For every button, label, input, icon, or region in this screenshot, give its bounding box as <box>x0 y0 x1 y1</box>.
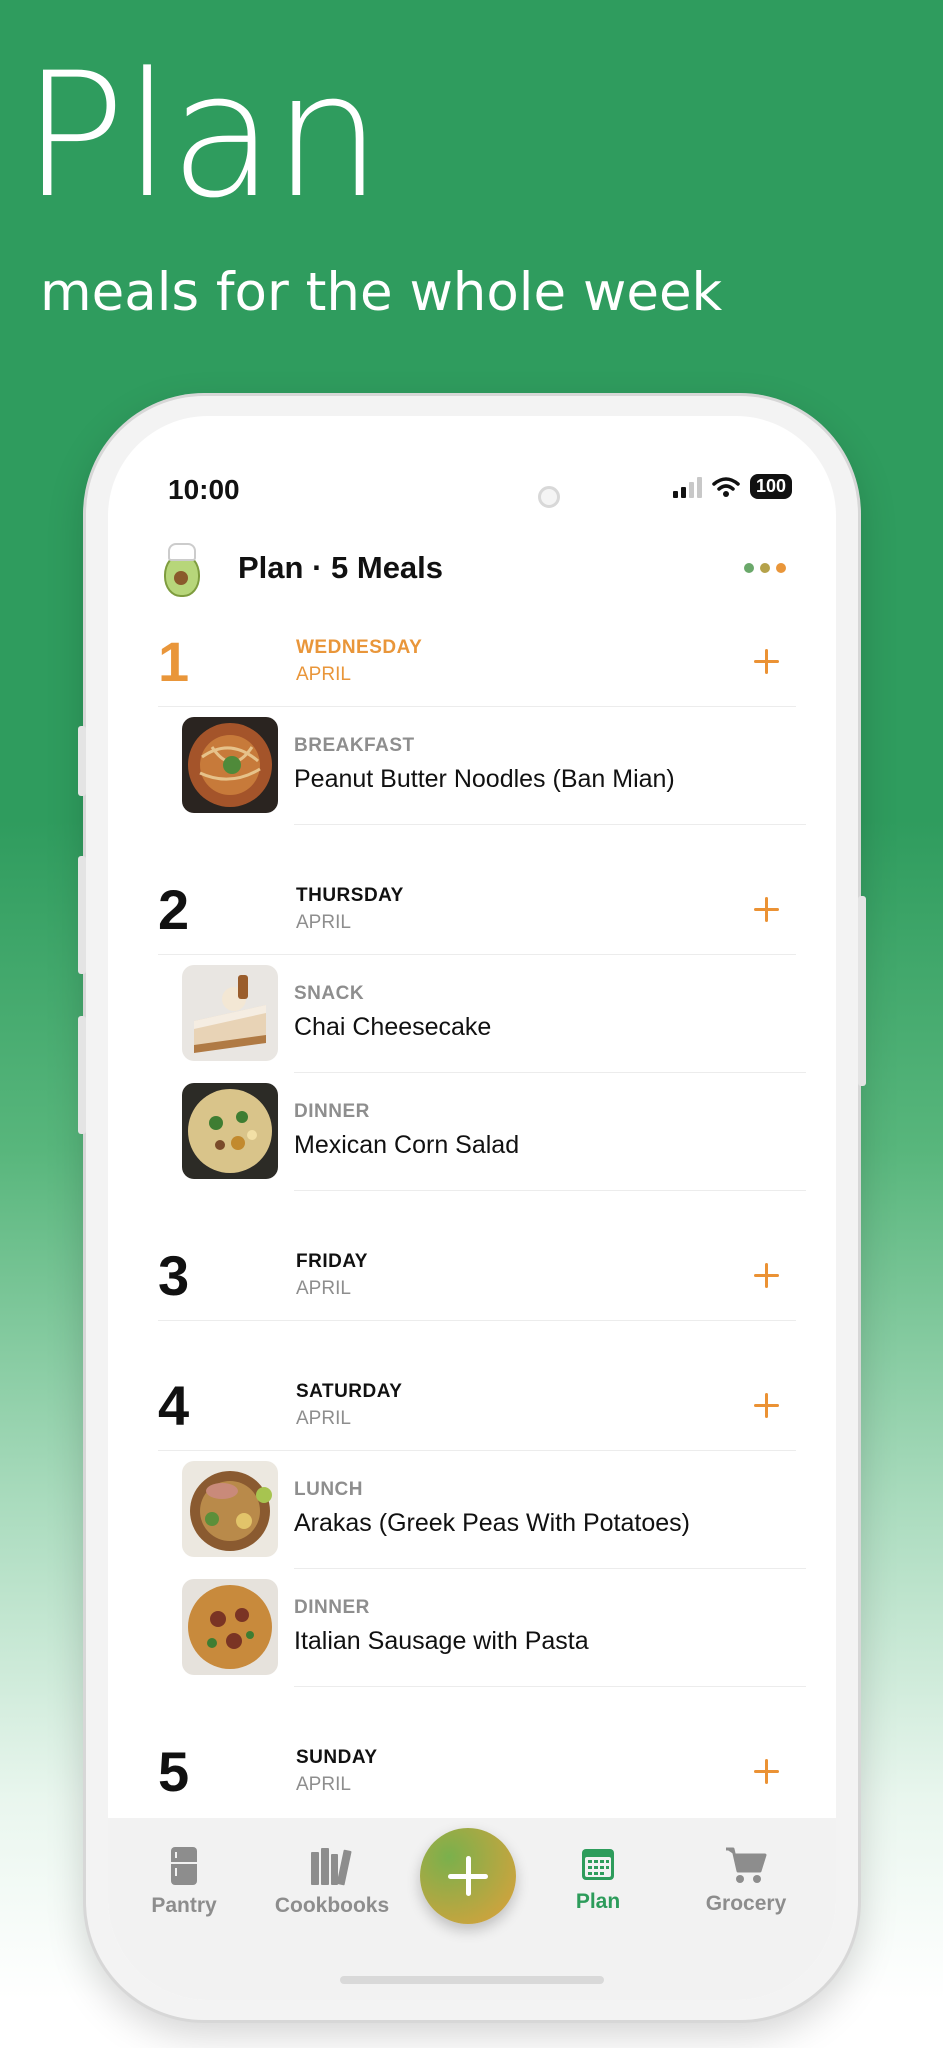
day-header: 3 FRIDAY APRIL <box>158 1230 796 1321</box>
day-header: 1 WEDNESDAY APRIL <box>158 616 796 707</box>
day-weekday: FRIDAY <box>296 1250 368 1272</box>
app-screen: 10:00 100 Plan · 5 Meals 1 WEDNESDAY APR… <box>108 416 836 2000</box>
meal-name: Mexican Corn Salad <box>294 1131 520 1159</box>
meal-item[interactable]: DINNER Italian Sausage with Pasta <box>182 1568 806 1687</box>
meal-item[interactable]: SNACK Chai Cheesecake <box>182 954 806 1073</box>
wifi-icon <box>712 476 740 497</box>
day-month: APRIL <box>296 663 351 685</box>
cart-icon <box>726 1847 767 1883</box>
meal-item[interactable]: BREAKFAST Peanut Butter Noodles (Ban Mia… <box>182 706 806 825</box>
calendar-icon <box>582 1849 614 1880</box>
day-number: 1 <box>158 629 190 693</box>
phone-frame: 10:00 100 Plan · 5 Meals 1 WEDNESDAY APR… <box>78 396 866 2020</box>
meal-name: Chai Cheesecake <box>294 1013 492 1041</box>
status-icons: 100 <box>672 474 792 499</box>
meal-thumbnail <box>182 1083 278 1179</box>
add-meal-button[interactable] <box>751 1390 781 1420</box>
meal-name: Arakas (Greek Peas With Potatoes) <box>294 1509 690 1537</box>
meal-name: Peanut Butter Noodles (Ban Mian) <box>294 765 675 793</box>
day-header: 5 SUNDAY APRIL <box>158 1726 796 1816</box>
home-indicator <box>340 1976 604 1984</box>
avocado-chef-icon[interactable] <box>160 543 200 597</box>
day-weekday: WEDNESDAY <box>296 636 423 658</box>
day-month: APRIL <box>296 911 351 933</box>
day-header: 2 THURSDAY APRIL <box>158 864 796 955</box>
meal-type: LUNCH <box>294 1479 363 1500</box>
day-month: APRIL <box>296 1407 351 1429</box>
tab-label: Grocery <box>705 1892 787 1915</box>
add-button[interactable] <box>420 1828 516 1924</box>
add-meal-button[interactable] <box>751 1756 781 1786</box>
meal-item[interactable]: DINNER Mexican Corn Salad <box>182 1072 806 1191</box>
meal-type: BREAKFAST <box>294 735 415 756</box>
app-header: Plan · 5 Meals <box>160 528 796 608</box>
battery-icon: 100 <box>749 474 792 499</box>
add-meal-button[interactable] <box>751 894 781 924</box>
day-header: 4 SATURDAY APRIL <box>158 1360 796 1451</box>
phone-side-button <box>78 1016 86 1134</box>
books-icon <box>311 1848 352 1886</box>
day-weekday: SATURDAY <box>296 1380 403 1402</box>
day-month: APRIL <box>296 1277 351 1299</box>
day-number: 4 <box>158 1373 190 1437</box>
tab-plan[interactable]: Plan <box>528 1846 668 1914</box>
tab-pantry[interactable]: Pantry <box>114 1846 254 1918</box>
day-number: 3 <box>158 1243 190 1307</box>
page-title: Plan · 5 Meals <box>238 550 444 585</box>
meal-type: DINNER <box>294 1101 370 1122</box>
hero-title: Plan <box>22 35 382 236</box>
hero-subtitle: meals for the whole week <box>40 262 723 323</box>
add-meal-button[interactable] <box>751 1260 781 1290</box>
day-number: 2 <box>158 877 190 941</box>
status-time: 10:00 <box>168 474 240 505</box>
day-month: APRIL <box>296 1773 351 1795</box>
fridge-icon <box>171 1847 197 1885</box>
meal-thumbnail <box>182 1461 278 1557</box>
meal-type: DINNER <box>294 1597 370 1618</box>
meal-type: SNACK <box>294 983 365 1004</box>
meal-thumbnail <box>182 965 278 1061</box>
tab-grocery[interactable]: Grocery <box>676 1846 816 1916</box>
signal-icon <box>672 476 702 498</box>
meal-thumbnail <box>182 717 278 813</box>
meal-item[interactable]: LUNCH Arakas (Greek Peas With Potatoes) <box>182 1450 806 1569</box>
day-weekday: SUNDAY <box>296 1746 378 1768</box>
camera-dot <box>538 486 560 508</box>
more-options-icon[interactable] <box>744 563 786 573</box>
day-number: 5 <box>158 1739 190 1803</box>
tab-label: Plan <box>575 1890 621 1913</box>
phone-side-button <box>78 726 86 796</box>
add-meal-button[interactable] <box>751 646 781 676</box>
tab-cookbooks[interactable]: Cookbooks <box>262 1846 402 1918</box>
day-weekday: THURSDAY <box>296 884 404 906</box>
meal-thumbnail <box>182 1579 278 1675</box>
tab-label: Pantry <box>151 1894 217 1917</box>
tab-bar: Pantry Cookbooks Plan Grocery <box>108 1818 836 2000</box>
meal-name: Italian Sausage with Pasta <box>294 1627 589 1655</box>
tab-label: Cookbooks <box>274 1894 390 1917</box>
phone-side-button <box>858 896 866 1086</box>
phone-side-button <box>78 856 86 974</box>
